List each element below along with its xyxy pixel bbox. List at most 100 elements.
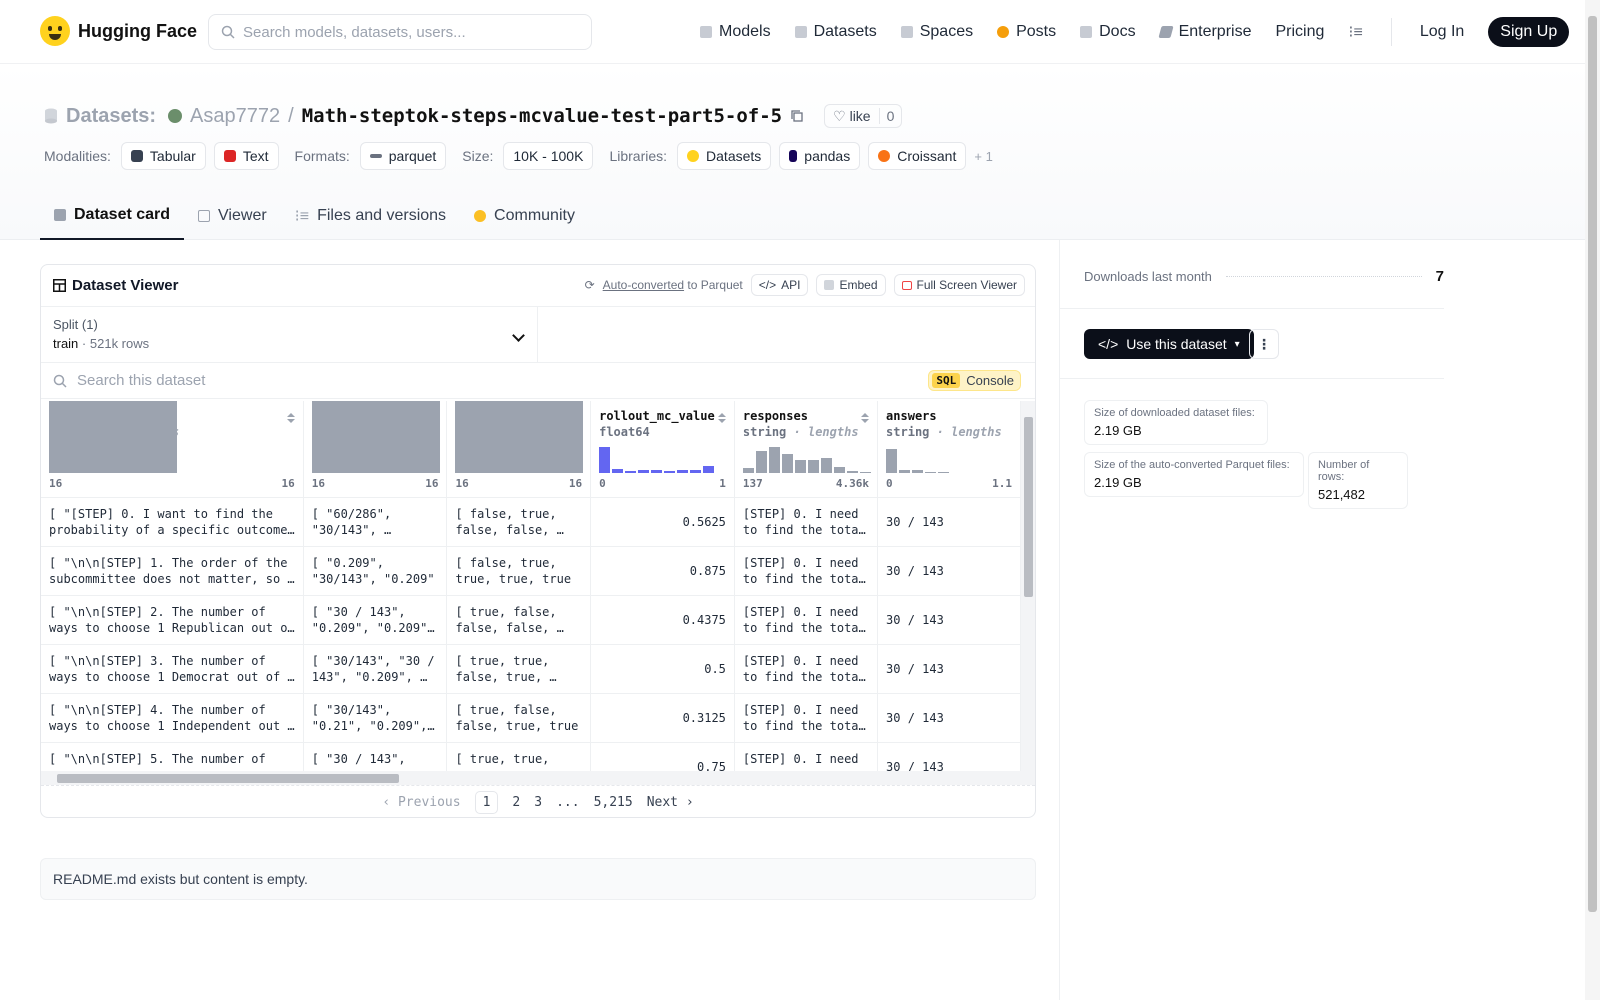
page-scrollbar[interactable] (1585, 0, 1600, 1000)
table-cell[interactable]: 30 / 143 (877, 693, 1021, 743)
tab-dataset-card[interactable]: Dataset card (40, 192, 185, 240)
nav-posts[interactable]: Posts (997, 23, 1056, 41)
column-header-rollout_grades[interactable]: rollout_gradessequence · lengths1616 (446, 401, 592, 498)
nav-enterprise[interactable]: Enterprise (1157, 23, 1251, 41)
table-cell[interactable]: [ "\n\n[STEP] 2. The number of ways to c… (41, 595, 304, 645)
tab-viewer[interactable]: Viewer (184, 192, 281, 240)
table-cell[interactable]: [ false, true, false, false, true (446, 497, 592, 547)
table-cell[interactable]: 0.5625 (590, 497, 735, 547)
kebab-menu-icon[interactable]: ⋮ (1249, 329, 1279, 359)
repo-name[interactable]: Math-steptok-steps-mcvalue-test-part5-of… (302, 105, 782, 127)
table-cell[interactable]: [ true, false, false, true, true (446, 693, 592, 743)
nav-datasets[interactable]: Datasets (794, 23, 877, 41)
table-cell[interactable]: 30 / 143 (877, 742, 1021, 771)
tag-pandas[interactable]: pandas (779, 142, 861, 170)
table-row[interactable]: [ "\n\n[STEP] 2. The number of ways to c… (41, 595, 1021, 645)
tag-parquet[interactable]: parquet (359, 142, 447, 170)
vertical-scrollbar[interactable] (1021, 401, 1035, 771)
table-cell[interactable]: [STEP] 0. I need (734, 742, 879, 771)
dataset-search-input[interactable]: Search this dataset SQL Console (41, 363, 1035, 399)
tag-size[interactable]: 10K - 100K (503, 142, 594, 170)
table-row[interactable]: [ "\n\n[STEP] 5. The number of ways [ "30… (41, 742, 1021, 771)
table-cell[interactable]: [ true, true, false, true, false (446, 644, 592, 694)
api-button[interactable]: </> API (750, 274, 809, 296)
table-cell[interactable]: 0.3125 (590, 693, 735, 743)
column-header-rollout_mc_value[interactable]: rollout_mc_value float64 0 1 (590, 401, 735, 498)
nav-spaces[interactable]: Spaces (900, 23, 973, 41)
copy-icon[interactable] (790, 109, 804, 123)
column-header-responses[interactable]: responses string · lengths 137 4.36k (734, 401, 879, 498)
column-header-rollout_responses[interactable]: rollout_responsessequence · lengths1616 (41, 401, 304, 498)
table-row[interactable]: [ "\n\n[STEP] 1. The order of the subcom… (41, 546, 1021, 596)
split-selector[interactable]: Split (1) train · 521k rows (41, 307, 538, 363)
table-cell[interactable]: [STEP] 0. I need to find the total numbe… (734, 595, 879, 645)
table-cell[interactable]: 0.5 (590, 644, 735, 694)
sidebar-separator (1060, 378, 1444, 379)
data-grid[interactable]: rollout_responsessequence · lengths1616r… (41, 401, 1021, 771)
table-cell[interactable]: [ "60/286", "30/143", "0.252", "0.209" (303, 497, 448, 547)
page-2[interactable]: 2 (512, 795, 520, 810)
table-cell[interactable]: [ "30/143", "0.21", "0.209", "0.209" (303, 693, 448, 743)
page-1[interactable]: 1 (474, 791, 499, 814)
auto-converted-link[interactable]: Auto-converted (603, 278, 684, 292)
table-row[interactable]: [ "\n\n[STEP] 3. The number of ways to c… (41, 644, 1021, 694)
table-cell[interactable]: 30 / 143 (877, 644, 1021, 694)
brand-logo[interactable]: Hugging Face (40, 16, 197, 46)
next-page-button[interactable]: Next › (647, 795, 694, 810)
table-cell[interactable]: [ "\n\n[STEP] 3. The number of ways to c… (41, 644, 304, 694)
page-last[interactable]: 5,215 (594, 795, 633, 810)
table-cell[interactable]: [ "\n\n[STEP] 4. The number of ways to c… (41, 693, 304, 743)
sort-icon[interactable] (717, 413, 726, 423)
login-link[interactable]: Log In (1420, 23, 1464, 41)
tag-datasets-lib[interactable]: Datasets (677, 142, 772, 170)
table-cell[interactable]: [ true, true, (446, 742, 592, 771)
table-cell[interactable]: [ "\n\n[STEP] 1. The order of the subcom… (41, 546, 304, 596)
full-screen-button[interactable]: Full Screen Viewer (893, 274, 1025, 296)
table-row[interactable]: [ "[STEP] 0. I want to find the probabil… (41, 497, 1021, 547)
table-cell[interactable]: 30 / 143 (877, 497, 1021, 547)
tab-files[interactable]: ⁝≡ Files and versions (281, 192, 460, 240)
table-cell[interactable]: 0.875 (590, 546, 735, 596)
section-label[interactable]: Datasets: (66, 105, 156, 128)
table-cell[interactable]: 30 / 143 (877, 546, 1021, 596)
table-cell[interactable]: 30 / 143 (877, 595, 1021, 645)
use-dataset-button[interactable]: </> Use this dataset ▾ (1084, 329, 1254, 359)
table-cell[interactable]: [ "\n\n[STEP] 5. The number of ways (41, 742, 304, 771)
nav-models[interactable]: Models (700, 23, 771, 41)
nav-pricing[interactable]: Pricing (1275, 23, 1324, 41)
column-header-rollout_answers[interactable]: rollout_answerssequence · lengths1616 (303, 401, 448, 498)
table-cell[interactable]: 0.75 (590, 742, 735, 771)
embed-button[interactable]: Embed (816, 274, 886, 296)
table-cell[interactable]: [ true, false, false, false, true (446, 595, 592, 645)
table-cell[interactable]: [STEP] 0. I need to find the total numbe… (734, 497, 879, 547)
table-cell[interactable]: [STEP] 0. I need to find the total numbe… (734, 546, 879, 596)
tag-croissant[interactable]: Croissant (868, 142, 967, 170)
like-button[interactable]: ♡ like 0 (824, 104, 903, 128)
table-cell[interactable]: [ "30 / 143", (303, 742, 448, 771)
horizontal-scrollbar[interactable] (41, 771, 1035, 785)
page-3[interactable]: 3 (534, 795, 542, 810)
sort-icon[interactable] (286, 413, 295, 423)
tab-community[interactable]: Community (460, 192, 589, 240)
table-cell[interactable]: 0.4375 (590, 595, 735, 645)
table-cell[interactable]: [STEP] 0. I need to find the total numbe… (734, 644, 879, 694)
table-cell[interactable]: [ "30 / 143", "0.209", "0.209", "0.21" (303, 595, 448, 645)
nav-docs[interactable]: Docs (1080, 23, 1136, 41)
table-cell[interactable]: [ "30/143", "30 / 143", "0.209", "30/143… (303, 644, 448, 694)
owner-link[interactable]: Asap7772 (190, 105, 280, 128)
more-libraries[interactable]: + 1 (974, 149, 992, 164)
table-cell[interactable]: [STEP] 0. I need to find the total numbe… (734, 693, 879, 743)
column-header-answers[interactable]: answers string · lengths 0 1.1 (877, 401, 1021, 498)
prev-page-button[interactable]: ‹ Previous (382, 795, 460, 810)
tag-tabular[interactable]: Tabular (120, 142, 206, 170)
signup-button[interactable]: Sign Up (1488, 17, 1570, 47)
table-cell[interactable]: [ "0.209", "30/143", "0.209" (303, 546, 448, 596)
global-search-input[interactable]: Search models, datasets, users... (208, 14, 592, 50)
table-row[interactable]: [ "\n\n[STEP] 4. The number of ways to c… (41, 693, 1021, 743)
table-cell[interactable]: [ false, true, true, true, true (446, 546, 592, 596)
sort-icon[interactable] (861, 413, 870, 423)
more-menu-icon[interactable]: ⁝≡ (1348, 22, 1362, 42)
sql-console-button[interactable]: SQL Console (928, 370, 1021, 391)
tag-text[interactable]: Text (213, 142, 279, 170)
table-cell[interactable]: [ "[STEP] 0. I want to find the probabil… (41, 497, 304, 547)
